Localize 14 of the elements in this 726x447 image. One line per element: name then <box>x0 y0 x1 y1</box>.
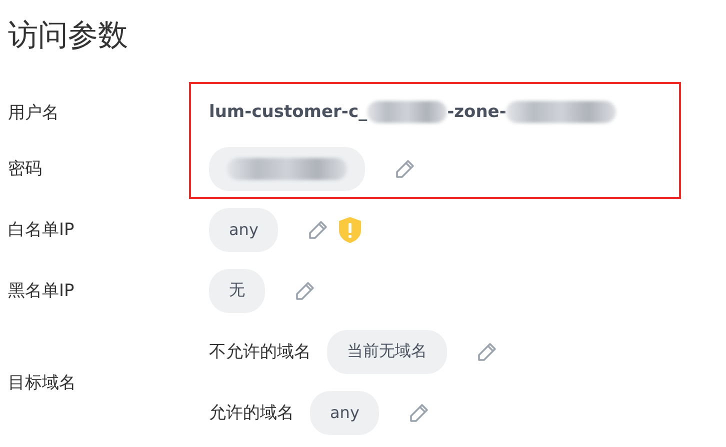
field-label: 目标域名 <box>8 372 76 394</box>
username-text: -zone- <box>447 102 506 122</box>
field-label: 不允许的域名 <box>209 341 311 363</box>
value-pill: any <box>209 208 278 252</box>
username-text: lum-customer-c_ <box>209 102 368 122</box>
value-pill: 无 <box>209 268 265 312</box>
field-label: 黑名单IP <box>8 280 74 302</box>
page-title: 访问参数 <box>8 17 129 55</box>
field-label: 允许的域名 <box>209 402 294 424</box>
value-pill: any <box>310 390 380 434</box>
field-label: 用户名 <box>8 102 59 124</box>
value-pill: 当前无域名 <box>327 330 447 374</box>
field-label: 密码 <box>8 158 42 180</box>
field-label: 白名单IP <box>8 219 74 241</box>
